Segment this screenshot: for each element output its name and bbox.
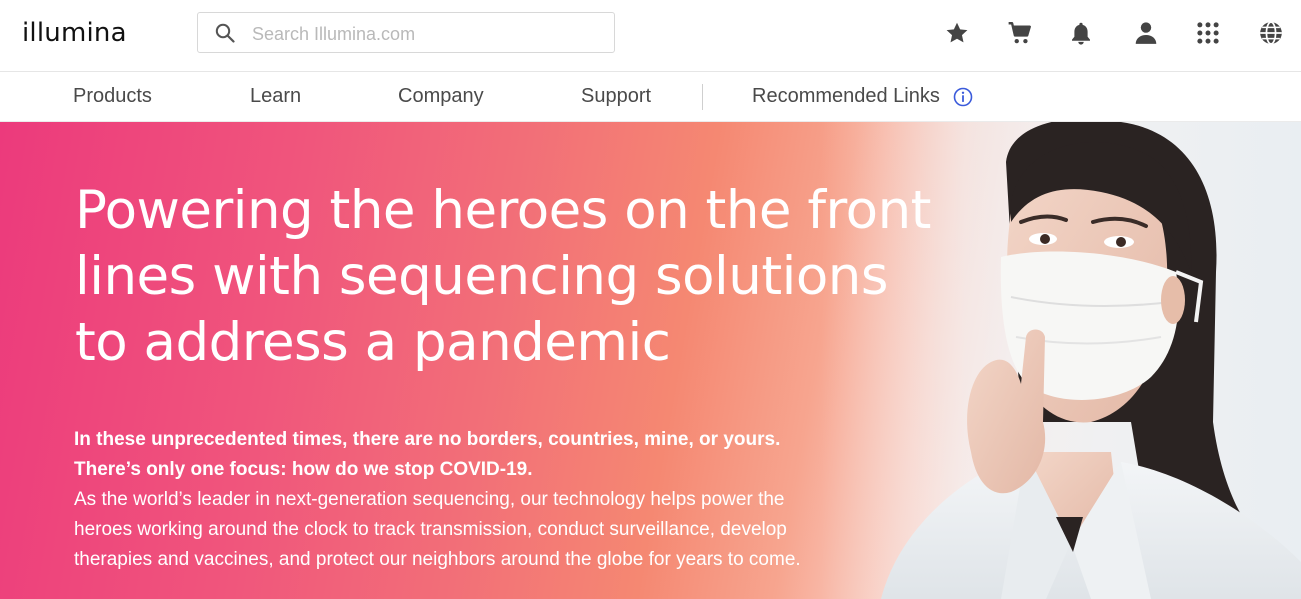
apps-grid-icon[interactable] (1195, 20, 1221, 46)
cart-icon[interactable] (1007, 20, 1033, 46)
hero-headline-line: to address a pandemic (75, 312, 671, 373)
nav-support[interactable]: Support (581, 85, 651, 108)
hero-banner: Powering the heroes on the front lines w… (0, 122, 1301, 599)
hero-body: In these unprecedented times, there are … (74, 425, 874, 575)
nav-divider (702, 84, 703, 110)
search-box[interactable] (197, 12, 615, 53)
user-icon[interactable] (1133, 20, 1159, 46)
hero-bold-line: There’s only one focus: how do we stop C… (74, 459, 533, 480)
search-icon[interactable] (215, 23, 235, 43)
hero-headline-line: Powering the heroes on the front (75, 180, 931, 241)
hero-headline-line: lines with sequencing solutions (75, 246, 889, 307)
info-icon[interactable] (953, 87, 973, 107)
hero-body-line: As the world’s leader in next-generation… (74, 489, 785, 510)
page: illumina Search Illumina.com Products Le… (0, 0, 1301, 599)
search-input[interactable] (250, 21, 604, 47)
star-icon[interactable] (944, 20, 970, 46)
nav-company[interactable]: Company (398, 85, 484, 108)
nav-recommended-links[interactable]: Recommended Links (752, 85, 940, 108)
hero-bold-line: In these unprecedented times, there are … (74, 429, 781, 450)
hero-body-line: heroes working around the clock to track… (74, 519, 787, 540)
hero-headline: Powering the heroes on the front lines w… (75, 178, 975, 376)
nav-products[interactable]: Products (73, 85, 152, 108)
top-header: illumina (0, 0, 1301, 72)
bell-icon[interactable] (1068, 20, 1094, 46)
illumina-logo[interactable]: illumina (22, 18, 127, 48)
nav-learn[interactable]: Learn (250, 85, 301, 108)
main-nav: Products Learn Company Support Recommend… (0, 72, 1301, 122)
globe-icon[interactable] (1258, 20, 1284, 46)
hero-body-line: therapies and vaccines, and protect our … (74, 549, 801, 570)
